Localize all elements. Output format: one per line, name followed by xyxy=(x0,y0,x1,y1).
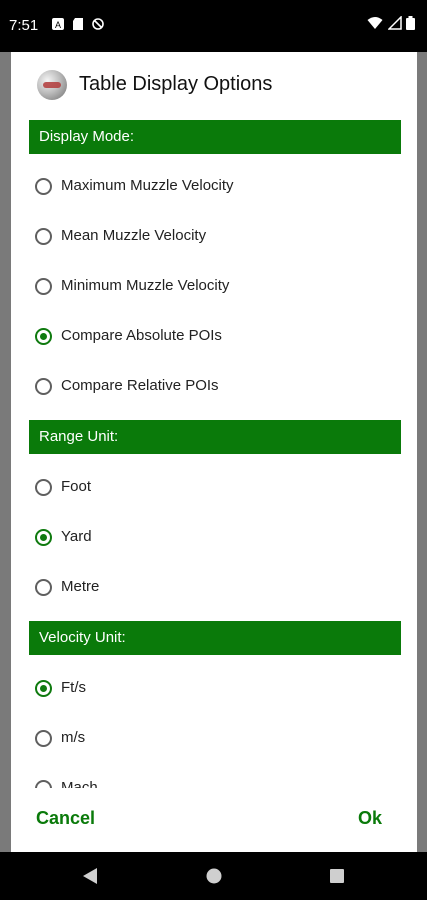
recents-icon[interactable] xyxy=(328,866,346,886)
option-label: Metre xyxy=(61,578,100,595)
radio-button[interactable] xyxy=(35,780,52,788)
do-not-disturb-icon xyxy=(92,18,104,30)
cell-signal-icon xyxy=(386,15,402,30)
status-time: 7:51 xyxy=(9,17,39,34)
option-label: Compare Absolute POIs xyxy=(61,327,222,344)
battery-icon xyxy=(406,16,415,30)
dialog-title: Table Display Options xyxy=(79,73,273,95)
radio-option-compare-relative-pois[interactable]: Compare Relative POIs xyxy=(29,370,401,406)
home-icon[interactable] xyxy=(205,866,223,886)
svg-text:A: A xyxy=(55,20,61,30)
dialog-header: Table Display Options xyxy=(11,52,417,118)
section-header-display-mode: Display Mode: xyxy=(29,120,401,154)
radio-option-mach[interactable]: Mach xyxy=(29,772,401,788)
status-bar: 7:51 A xyxy=(0,0,427,52)
radio-option-ft-s[interactable]: Ft/s xyxy=(29,672,401,708)
radio-button[interactable] xyxy=(35,378,52,395)
radio-button-checked[interactable] xyxy=(35,328,52,345)
wifi-icon xyxy=(367,17,383,29)
radio-option-minimum-muzzle-velocity[interactable]: Minimum Muzzle Velocity xyxy=(29,270,401,306)
radio-option-foot[interactable]: Foot xyxy=(29,471,401,507)
radio-option-maximum-muzzle-velocity[interactable]: Maximum Muzzle Velocity xyxy=(29,170,401,206)
option-label: Compare Relative POIs xyxy=(61,377,219,394)
table-display-options-dialog: Table Display Options Display Mode: Maxi… xyxy=(11,52,417,852)
radio-option-yard[interactable]: Yard xyxy=(29,521,401,557)
option-label: Maximum Muzzle Velocity xyxy=(61,177,234,194)
radio-button-checked[interactable] xyxy=(35,529,52,546)
dialog-content[interactable]: Display Mode: Maximum Muzzle Velocity Me… xyxy=(11,118,417,788)
ok-button[interactable]: Ok xyxy=(358,808,382,829)
option-label: Mach xyxy=(61,779,98,788)
radio-button[interactable] xyxy=(35,730,52,747)
section-header-velocity-unit: Velocity Unit: xyxy=(29,621,401,655)
radio-button-checked[interactable] xyxy=(35,680,52,697)
app-logo-icon xyxy=(37,70,67,100)
radio-button[interactable] xyxy=(35,278,52,295)
option-label: Mean Muzzle Velocity xyxy=(61,227,207,244)
cancel-button[interactable]: Cancel xyxy=(36,808,95,829)
option-label: m/s xyxy=(61,729,86,746)
radio-option-metre[interactable]: Metre xyxy=(29,571,401,607)
radio-option-m-s[interactable]: m/s xyxy=(29,722,401,758)
navigation-bar xyxy=(0,852,427,900)
option-label: Foot xyxy=(61,478,92,495)
radio-button[interactable] xyxy=(35,479,52,496)
back-icon[interactable] xyxy=(81,866,99,886)
option-label: Minimum Muzzle Velocity xyxy=(61,277,230,294)
radio-option-compare-absolute-pois[interactable]: Compare Absolute POIs xyxy=(29,320,401,356)
radio-button[interactable] xyxy=(35,579,52,596)
option-label: Ft/s xyxy=(61,679,86,696)
radio-button[interactable] xyxy=(35,178,52,195)
notification-a-icon: A xyxy=(52,18,64,30)
sd-card-icon xyxy=(73,18,83,30)
radio-button[interactable] xyxy=(35,228,52,245)
option-label: Yard xyxy=(61,528,92,545)
section-header-range-unit: Range Unit: xyxy=(29,420,401,454)
dialog-footer: Cancel Ok xyxy=(11,788,417,852)
radio-option-mean-muzzle-velocity[interactable]: Mean Muzzle Velocity xyxy=(29,220,401,256)
status-right xyxy=(367,15,415,35)
